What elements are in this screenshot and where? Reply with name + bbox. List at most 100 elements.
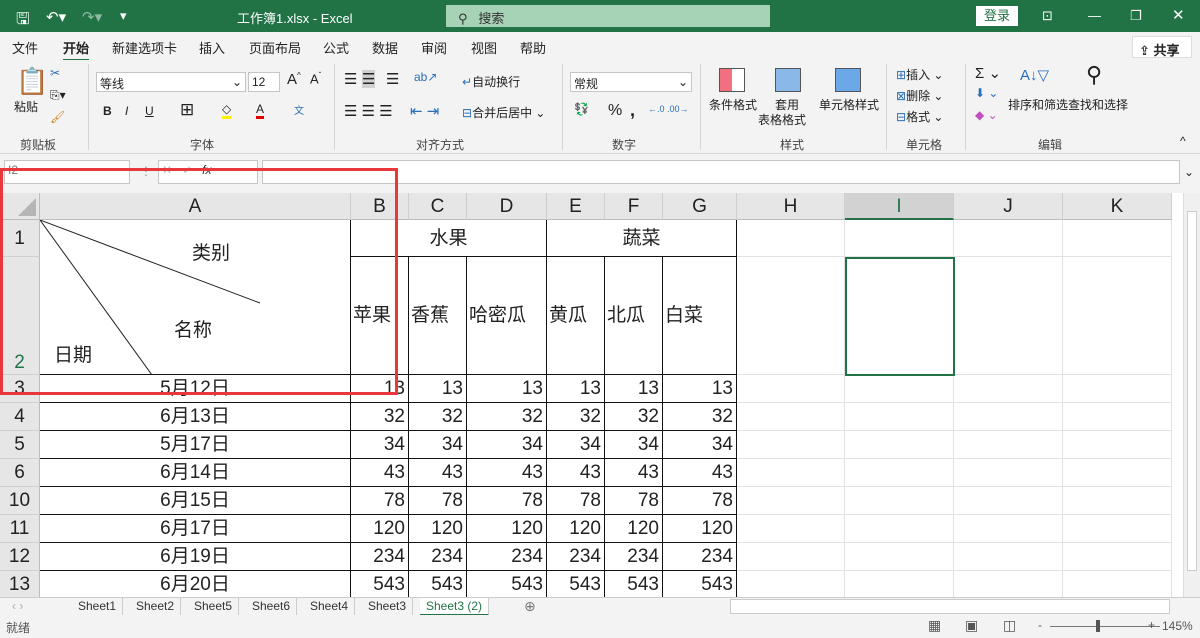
empty-cell[interactable] <box>954 431 1063 459</box>
align-bottom-icon[interactable]: ☰ <box>386 70 399 88</box>
redo-icon[interactable]: ↷▾ <box>82 8 102 26</box>
value-cell[interactable]: 543 <box>467 571 547 597</box>
find-icon[interactable]: ⚲ <box>1086 62 1102 88</box>
value-cell[interactable]: 120 <box>663 515 737 543</box>
value-cell[interactable]: 43 <box>351 459 409 487</box>
value-cell[interactable]: 32 <box>467 403 547 431</box>
empty-cell[interactable] <box>954 220 1063 257</box>
formula-input[interactable] <box>262 160 1180 184</box>
find-select-button[interactable]: 查找和选择 <box>1068 96 1128 113</box>
tab-data[interactable]: 数据 <box>372 38 398 57</box>
clear-icon[interactable]: ◆ ⌄ <box>975 108 998 122</box>
value-cell[interactable]: 543 <box>663 571 737 597</box>
value-cell[interactable]: 543 <box>547 571 605 597</box>
decimal-icons[interactable]: ←.0 .00→ <box>648 104 689 114</box>
minimize-icon[interactable]: — <box>1088 8 1101 23</box>
format-painter-icon[interactable]: 🖌 <box>50 110 65 124</box>
empty-cell[interactable] <box>737 571 845 597</box>
percent-button[interactable]: % <box>608 102 622 120</box>
empty-cell[interactable] <box>737 431 845 459</box>
page-layout-view-icon[interactable]: ▣ <box>965 617 978 634</box>
wrap-text-button[interactable]: ↵自动换行 <box>462 73 520 90</box>
tab-new[interactable]: 新建选项卡 <box>112 38 177 57</box>
sheet-tab[interactable]: Sheet3 (2) <box>420 598 489 616</box>
underline-button[interactable]: U <box>145 104 154 118</box>
empty-cell[interactable] <box>845 487 954 515</box>
empty-cell[interactable] <box>954 257 1063 375</box>
empty-cell[interactable] <box>737 403 845 431</box>
align-top-icon[interactable]: ☰ <box>344 70 357 88</box>
value-cell[interactable]: 13 <box>467 375 547 403</box>
column-header-g[interactable]: G <box>663 193 737 220</box>
column-header-c[interactable]: C <box>409 193 467 220</box>
row-header-4[interactable]: 4 <box>0 403 40 431</box>
format-cells-button[interactable]: ⊟格式 ⌄ <box>896 108 943 125</box>
value-cell[interactable]: 34 <box>351 431 409 459</box>
grow-font-icon[interactable]: A^ <box>287 71 301 88</box>
number-format-select[interactable]: 常规⌄ <box>570 72 692 92</box>
value-cell[interactable]: 13 <box>409 375 467 403</box>
date-cell[interactable]: 6月20日 <box>40 571 351 597</box>
normal-view-icon[interactable]: ▦ <box>928 617 941 634</box>
sheet-tab[interactable]: Sheet6 <box>246 598 297 616</box>
value-cell[interactable]: 43 <box>547 459 605 487</box>
empty-cell[interactable] <box>954 459 1063 487</box>
row-header-13[interactable]: 13 <box>0 571 40 597</box>
value-cell[interactable]: 32 <box>663 403 737 431</box>
tab-formulas[interactable]: 公式 <box>323 38 349 57</box>
tab-insert[interactable]: 插入 <box>199 38 225 57</box>
align-left-icon[interactable]: ☰ ☰ ☰ <box>344 102 393 120</box>
empty-cell[interactable] <box>1063 375 1172 403</box>
font-color-icon[interactable]: A <box>256 102 264 119</box>
row-header-12[interactable]: 12 <box>0 543 40 571</box>
empty-cell[interactable] <box>845 515 954 543</box>
fill-color-icon[interactable]: ◇ <box>222 102 231 119</box>
column-header-f[interactable]: F <box>605 193 663 220</box>
italic-button[interactable]: I <box>125 104 128 118</box>
empty-cell[interactable] <box>1063 515 1172 543</box>
empty-cell[interactable] <box>737 487 845 515</box>
zoom-slider-thumb[interactable] <box>1096 620 1100 632</box>
value-cell[interactable]: 13 <box>663 375 737 403</box>
format-table-icon[interactable] <box>775 68 801 92</box>
value-cell[interactable]: 234 <box>605 543 663 571</box>
empty-cell[interactable] <box>1063 257 1172 375</box>
cell-styles-button[interactable]: 单元格样式 <box>819 96 879 113</box>
zoom-slider[interactable] <box>1050 626 1160 627</box>
sheet-tab[interactable]: Sheet1 <box>72 598 123 616</box>
value-cell[interactable]: 34 <box>663 431 737 459</box>
empty-cell[interactable] <box>1063 543 1172 571</box>
item-header[interactable]: 黄瓜 <box>547 257 605 375</box>
value-cell[interactable]: 32 <box>547 403 605 431</box>
sheet-nav-arrows[interactable]: ‹ › <box>12 599 23 613</box>
close-icon[interactable]: ✕ <box>1172 6 1185 24</box>
font-size-select[interactable]: 12 <box>248 72 280 92</box>
value-cell[interactable]: 120 <box>351 515 409 543</box>
value-cell[interactable]: 43 <box>663 459 737 487</box>
value-cell[interactable]: 78 <box>409 487 467 515</box>
empty-cell[interactable] <box>954 375 1063 403</box>
date-cell[interactable]: 6月17日 <box>40 515 351 543</box>
item-header[interactable]: 香蕉 <box>409 257 467 375</box>
tab-page-layout[interactable]: 页面布局 <box>249 38 301 57</box>
zoom-out-button[interactable]: - <box>1038 618 1042 632</box>
fill-icon[interactable]: ⬇ ⌄ <box>975 86 998 100</box>
empty-cell[interactable] <box>737 375 845 403</box>
empty-cell[interactable] <box>1063 571 1172 597</box>
new-sheet-button[interactable]: ⊕ <box>524 598 536 615</box>
value-cell[interactable]: 43 <box>605 459 663 487</box>
format-table-line2[interactable]: 表格格式 <box>758 111 806 128</box>
value-cell[interactable]: 13 <box>605 375 663 403</box>
autosum-icon[interactable]: Σ ⌄ <box>975 64 1001 82</box>
value-cell[interactable]: 43 <box>467 459 547 487</box>
tab-help[interactable]: 帮助 <box>520 38 546 57</box>
value-cell[interactable]: 13 <box>547 375 605 403</box>
row-header-5[interactable]: 5 <box>0 431 40 459</box>
empty-cell[interactable] <box>954 487 1063 515</box>
column-header-j[interactable]: J <box>954 193 1063 220</box>
shrink-font-icon[interactable]: Aˇ <box>310 71 321 86</box>
customize-toolbar-icon[interactable]: ▾ <box>120 8 127 24</box>
border-icon[interactable]: ⊞ <box>180 100 194 120</box>
align-middle-icon[interactable]: ☰ <box>362 70 375 88</box>
phonetic-icon[interactable]: 文 <box>294 102 304 117</box>
